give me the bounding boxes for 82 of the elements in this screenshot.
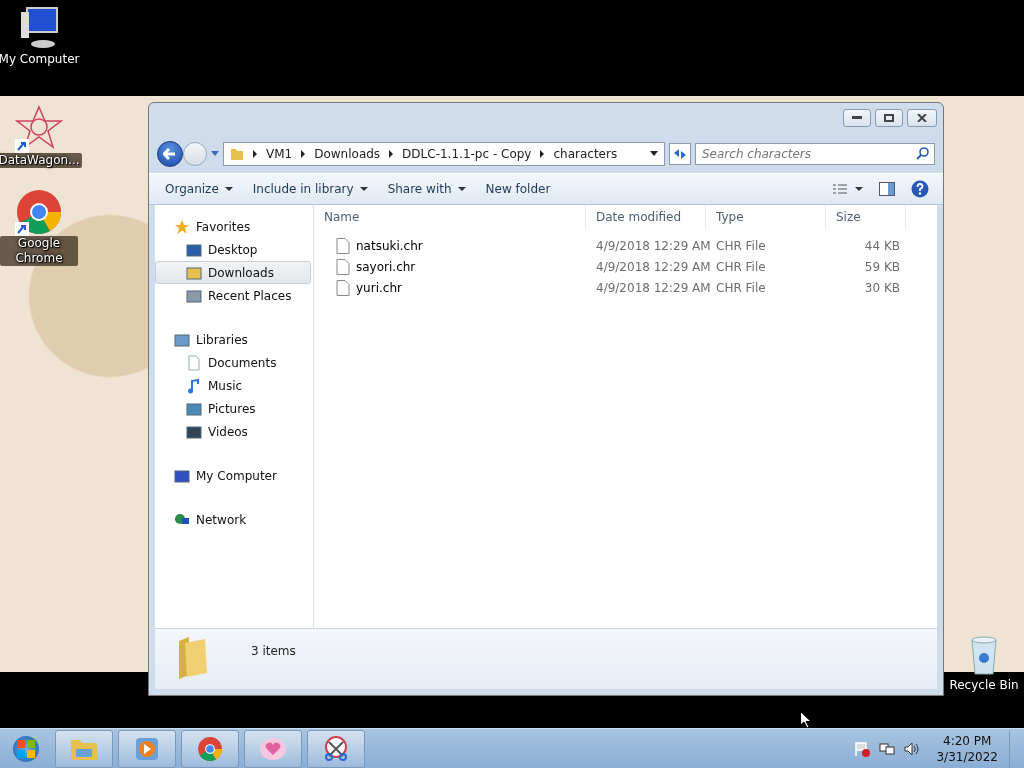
star-icon <box>174 218 190 235</box>
file-name[interactable]: sayori.chr <box>356 259 416 274</box>
nav-item[interactable]: Desktop <box>155 238 311 261</box>
scissors-icon <box>323 735 349 762</box>
play-icon <box>135 736 159 761</box>
network-icon <box>879 740 896 757</box>
caret-icon <box>224 186 233 192</box>
table-cell-text: 30 KB <box>863 280 901 295</box>
refresh-icon <box>673 148 687 160</box>
table-cell-text: CHR File <box>715 280 767 295</box>
desktop-shortcut[interactable]: Recycle Bin <box>945 630 1023 693</box>
document-icon <box>186 354 202 371</box>
shortcut-label: Google Chrome <box>0 236 78 266</box>
clock-time[interactable]: 4:20 PM <box>943 732 992 749</box>
breadcrumb-arrow-icon <box>388 150 395 158</box>
toolbar-button[interactable]: Organize <box>157 178 241 200</box>
nav-item[interactable]: Favorites <box>155 215 311 238</box>
desktop-shortcut[interactable]: My Computer <box>0 4 78 67</box>
list-view-icon <box>833 183 863 195</box>
column-header[interactable]: Type <box>706 205 826 229</box>
nav-item[interactable]: Videos <box>155 420 311 443</box>
breadcrumb-item[interactable]: characters <box>553 147 618 161</box>
close-button[interactable] <box>907 109 937 127</box>
music-note-icon <box>186 377 202 394</box>
back-button[interactable] <box>157 141 183 167</box>
flag-icon <box>854 740 871 757</box>
column-header[interactable]: Size <box>826 205 906 229</box>
speaker-icon <box>904 740 921 757</box>
shortcut-label: My Computer <box>0 52 80 67</box>
column-header[interactable]: Date modified <box>586 205 706 229</box>
search-icon <box>916 147 929 160</box>
desktop-shortcut[interactable]: Google Chrome <box>0 188 78 266</box>
breadcrumb-arrow-icon <box>539 150 546 158</box>
table-cell-text: CHR File <box>715 259 767 274</box>
maximize-button[interactable] <box>875 109 903 127</box>
nav-item[interactable]: Pictures <box>155 397 311 420</box>
minimize-button[interactable] <box>843 109 871 127</box>
item-count: 3 items <box>251 644 296 658</box>
breadcrumb-item[interactable]: VM1 <box>266 147 293 161</box>
breadcrumb-item[interactable]: Downloads <box>314 147 381 161</box>
search-field[interactable]: Search characters <box>695 143 935 165</box>
nav-item[interactable]: Network <box>155 508 311 531</box>
address-bar[interactable]: VM1 Downloads DDLC-1.1.1-pc - Copy characters <box>223 142 665 166</box>
clock-date[interactable]: 3/31/2022 <box>936 748 998 765</box>
shortcut-label: DataWagon... <box>0 153 82 168</box>
help-icon <box>911 180 929 198</box>
nav-item[interactable]: My Computer <box>155 464 311 487</box>
breadcrumb-arrow-icon <box>300 150 307 158</box>
caret-icon <box>359 186 368 192</box>
caret-icon <box>457 186 466 192</box>
minimize-icon <box>852 116 862 120</box>
column-header[interactable]: Name <box>314 205 586 229</box>
dropdown-arrow-icon <box>650 151 658 157</box>
toolbar-button[interactable]: New folder <box>477 178 559 200</box>
nav-item[interactable]: Libraries <box>155 328 311 351</box>
table-cell-text: 59 KB <box>863 259 901 274</box>
back-arrow-icon <box>163 147 177 161</box>
file-icon <box>336 279 350 296</box>
file-icon <box>336 237 350 254</box>
table-cell-text: CHR File <box>715 238 767 253</box>
taskbar-button[interactable] <box>307 729 365 768</box>
dropdown-arrow-icon <box>211 151 219 157</box>
windows-logo-icon <box>13 735 39 762</box>
restore-icon <box>884 114 894 122</box>
table-cell-text: 44 KB <box>863 238 901 253</box>
breadcrumb-item[interactable]: DDLC-1.1.1-pc - Copy <box>402 147 532 161</box>
close-icon <box>917 114 927 122</box>
nav-item[interactable]: Documents <box>155 351 311 374</box>
chrome-icon <box>197 735 223 762</box>
refresh-button[interactable] <box>669 143 691 165</box>
toolbar-button[interactable]: Include in library <box>244 178 376 200</box>
nav-item[interactable]: Downloads <box>155 261 311 284</box>
file-name[interactable]: natsuki.chr <box>356 238 423 253</box>
taskbar-button[interactable] <box>181 729 239 768</box>
shortcut-label: Recycle Bin <box>949 678 1019 693</box>
nav-item[interactable]: Recent Places <box>155 284 311 307</box>
nav-item[interactable]: Music <box>155 374 311 397</box>
toolbar-button[interactable]: Share with <box>379 178 474 200</box>
preview-pane-icon <box>879 182 895 196</box>
file-name[interactable]: yuri.chr <box>356 280 402 295</box>
file-icon <box>336 258 350 275</box>
breadcrumb-arrow-icon <box>252 150 258 158</box>
